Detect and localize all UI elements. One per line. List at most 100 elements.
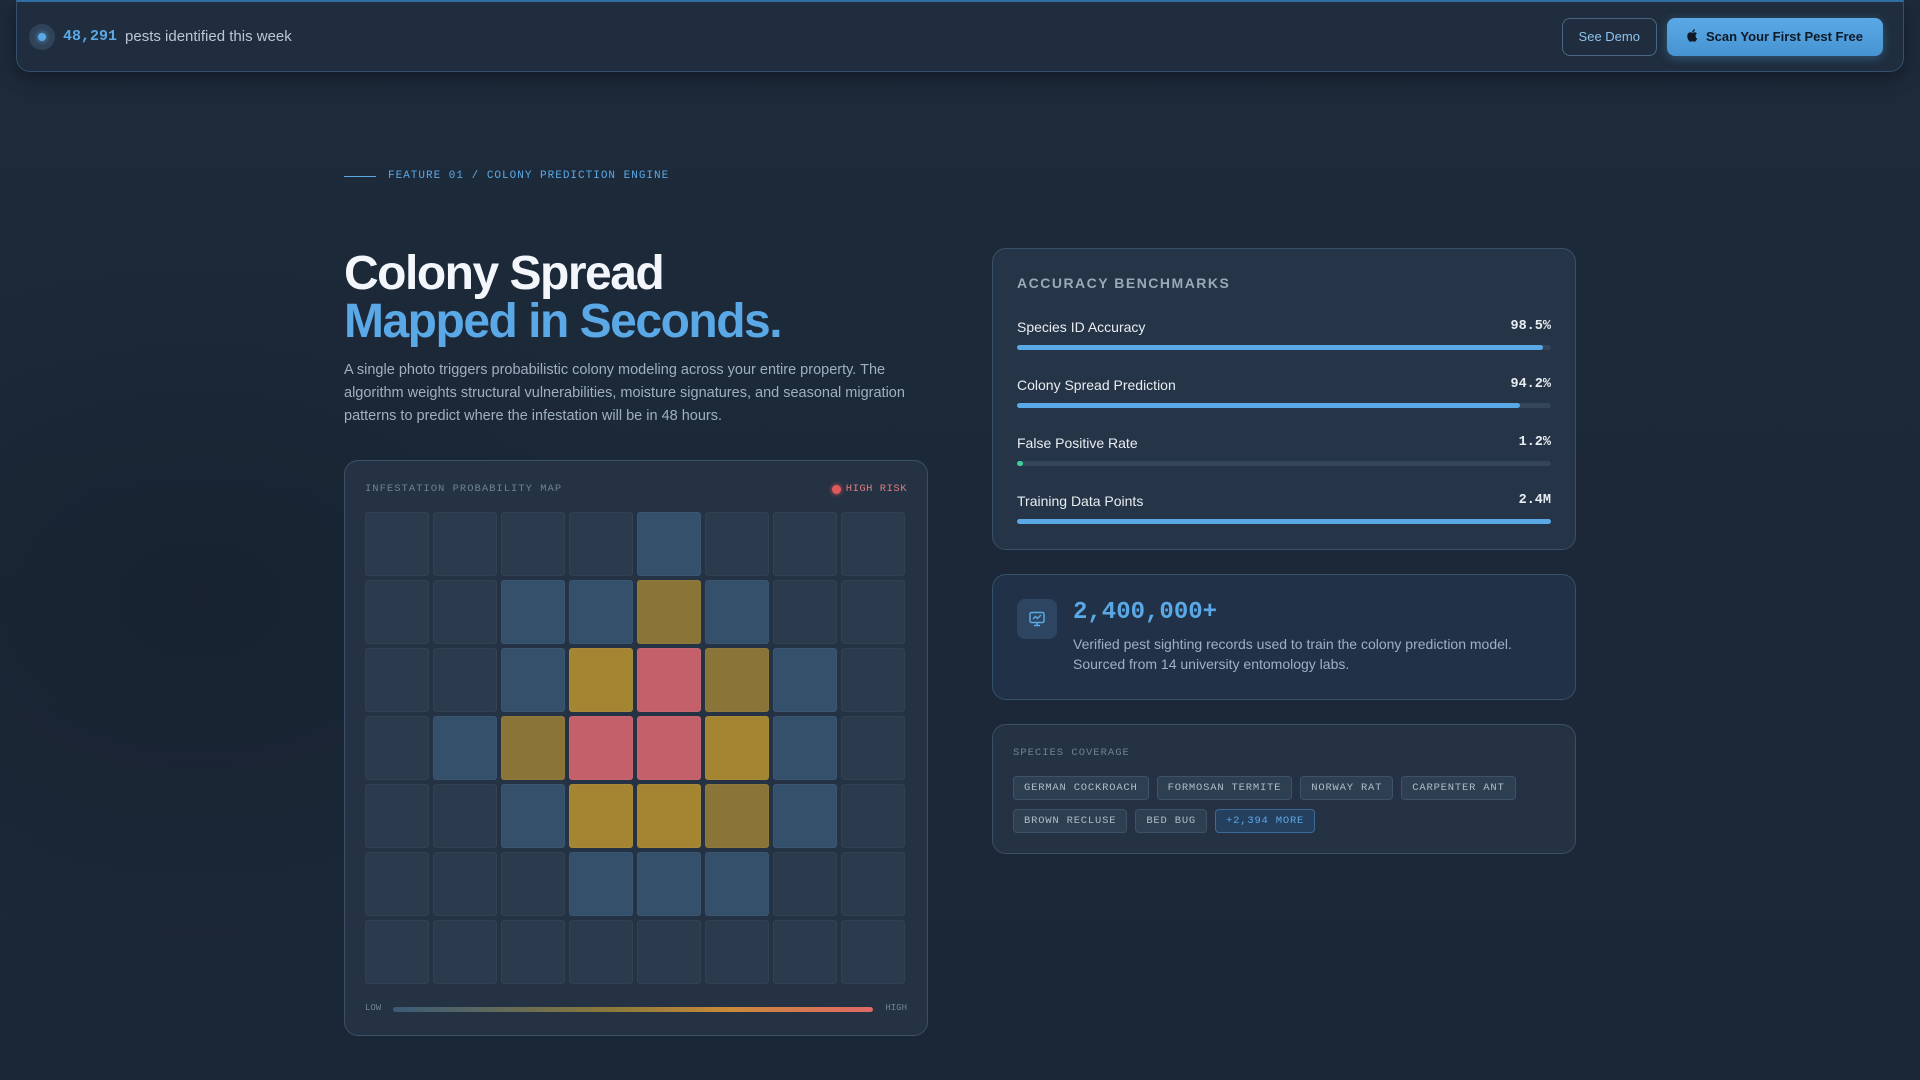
- heatmap-cell: [569, 920, 633, 984]
- heatmap-cell: [637, 512, 701, 576]
- eyebrow-text: FEATURE 01 / COLONY PREDICTION ENGINE: [388, 170, 670, 182]
- heatmap-cell: [637, 580, 701, 644]
- metric-value: 98.5%: [1510, 319, 1551, 334]
- heatmap-cell: [705, 648, 769, 712]
- metric-fill: [1017, 461, 1024, 466]
- heatmap-cell: [841, 784, 905, 848]
- heatmap-cell: [773, 852, 837, 916]
- page-title-line1: Colony Spread: [344, 247, 665, 300]
- heatmap-cell: [501, 716, 565, 780]
- species-tag[interactable]: GERMAN COCKROACH: [1013, 776, 1149, 800]
- pest-count: 48,291: [63, 28, 118, 45]
- heatmap-cell: [501, 648, 565, 712]
- species-coverage-card: SPECIES COVERAGE GERMAN COCKROACH FORMOS…: [992, 724, 1576, 854]
- metric-label: False Positive Rate: [1017, 435, 1138, 451]
- heatmap-cell: [433, 784, 497, 848]
- species-title: SPECIES COVERAGE: [1013, 747, 1130, 759]
- heatmap-cell: [365, 716, 429, 780]
- heatmap-cell: [773, 716, 837, 780]
- heatmap-cell: [637, 784, 701, 848]
- heatmap-cell: [637, 852, 701, 916]
- heatmap-cell: [365, 648, 429, 712]
- scan-first-pest-button[interactable]: Scan Your First Pest Free: [1666, 17, 1883, 56]
- heatmap-cell: [637, 648, 701, 712]
- map-title: INFESTATION PROBABILITY MAP: [365, 483, 563, 495]
- accuracy-benchmarks-card: ACCURACY BENCHMARKS Species ID Accuracy …: [992, 248, 1576, 550]
- page-title-line2: Mapped in Seconds.: [344, 295, 783, 348]
- records-description: Verified pest sighting records used to t…: [1073, 636, 1512, 672]
- monitor-icon: [1017, 599, 1057, 639]
- metric-fill: [1017, 519, 1551, 524]
- species-tag[interactable]: BED BUG: [1135, 809, 1208, 833]
- risk-dot-icon: [831, 484, 841, 494]
- records-count: 2,400,000+: [1073, 599, 1218, 626]
- feature-eyebrow: FEATURE 01 / COLONY PREDICTION ENGINE: [344, 170, 669, 182]
- feature-description: A single photo triggers probabilistic co…: [344, 362, 905, 424]
- heatmap-cell: [501, 512, 565, 576]
- species-tag-list: GERMAN COCKROACH FORMOSAN TERMITE NORWAY…: [1013, 776, 1553, 833]
- heatmap-cell: [841, 512, 905, 576]
- heatmap-cell: [637, 716, 701, 780]
- heatmap-cell: [433, 716, 497, 780]
- metric-track: [1017, 345, 1551, 350]
- heatmap-cell: [569, 512, 633, 576]
- heatmap-cell: [841, 580, 905, 644]
- species-tag[interactable]: FORMOSAN TERMITE: [1156, 776, 1293, 800]
- heatmap-cell: [365, 852, 429, 916]
- scan-first-pest-label: Scan Your First Pest Free: [1705, 29, 1863, 44]
- more-species-tag[interactable]: +2,394 MORE: [1215, 809, 1316, 833]
- metric-value: 2.4M: [1518, 493, 1551, 508]
- heatmap-cell: [501, 580, 565, 644]
- heatmap-cell: [433, 648, 497, 712]
- heatmap-cell: [569, 648, 633, 712]
- heatmap-cell: [501, 852, 565, 916]
- heatmap-cell: [773, 784, 837, 848]
- metric-label: Training Data Points: [1017, 493, 1144, 509]
- accuracy-title: ACCURACY BENCHMARKS: [1017, 275, 1231, 291]
- species-tag[interactable]: NORWAY RAT: [1300, 776, 1394, 800]
- metric-track: [1017, 403, 1551, 408]
- training-records-card: 2,400,000+ Verified pest sighting record…: [992, 574, 1576, 700]
- metric-track: [1017, 519, 1551, 524]
- heatmap-cell: [841, 852, 905, 916]
- heatmap-cell: [705, 784, 769, 848]
- heatmap-cell: [841, 920, 905, 984]
- legend-low-label: LOW: [365, 1003, 382, 1013]
- metric-label: Species ID Accuracy: [1017, 319, 1146, 335]
- infestation-map-card: INFESTATION PROBABILITY MAP HIGH RISK LO…: [344, 460, 928, 1036]
- metric-label: Colony Spread Prediction: [1017, 377, 1176, 393]
- heatmap-cell: [705, 716, 769, 780]
- probability-heatmap: [365, 512, 909, 990]
- heatmap-cell: [365, 920, 429, 984]
- heatmap-cell: [841, 648, 905, 712]
- heatmap-cell: [705, 920, 769, 984]
- heatmap-cell: [569, 580, 633, 644]
- heatmap-cell: [433, 920, 497, 984]
- see-demo-button[interactable]: See Demo: [1561, 17, 1657, 56]
- legend-high-label: HIGH: [885, 1003, 907, 1013]
- heatmap-cell: [569, 716, 633, 780]
- pest-count-label: pests identified this week: [125, 28, 292, 45]
- heatmap-cell: [569, 784, 633, 848]
- metric-fill: [1017, 345, 1543, 350]
- eyebrow-rule: [344, 175, 376, 177]
- heatmap-cell: [773, 648, 837, 712]
- live-indicator-icon: [29, 23, 55, 50]
- heatmap-cell: [365, 580, 429, 644]
- heatmap-cell: [705, 852, 769, 916]
- heatmap-cell: [433, 580, 497, 644]
- metric-value: 94.2%: [1510, 377, 1551, 392]
- legend-gradient-bar: [393, 1007, 873, 1012]
- high-risk-label: HIGH RISK: [845, 483, 907, 495]
- heatmap-cell: [637, 920, 701, 984]
- heatmap-cell: [773, 580, 837, 644]
- heatmap-cell: [841, 716, 905, 780]
- species-tag[interactable]: BROWN RECLUSE: [1013, 809, 1128, 833]
- species-tag[interactable]: CARPENTER ANT: [1401, 776, 1516, 800]
- heatmap-cell: [501, 920, 565, 984]
- heatmap-cell: [433, 852, 497, 916]
- heatmap-cell: [773, 920, 837, 984]
- top-banner: 48,291 pests identified this week See De…: [16, 0, 1904, 72]
- heatmap-cell: [773, 512, 837, 576]
- heatmap-cell: [433, 512, 497, 576]
